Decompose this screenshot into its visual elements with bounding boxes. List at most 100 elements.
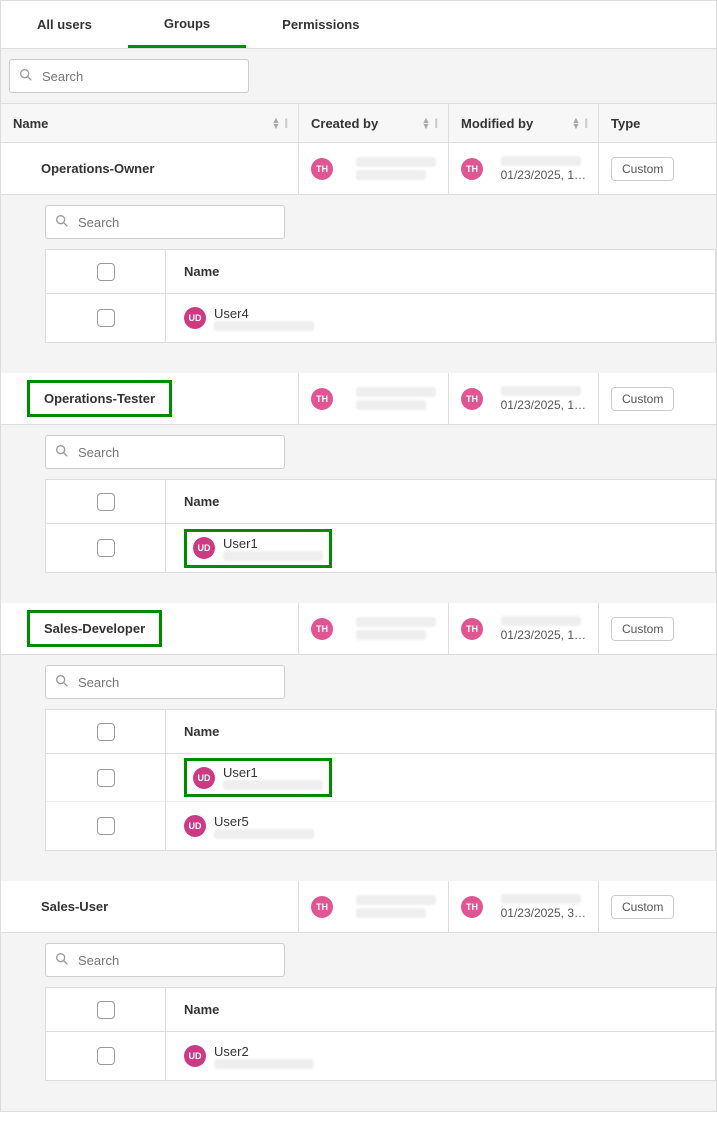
select-all-checkbox[interactable] [97, 723, 115, 741]
member-search-field[interactable] [45, 943, 285, 977]
group-row[interactable]: Operations-OwnerTHTH01/23/2025, 1…Custom [1, 143, 716, 195]
type-cell: Custom [599, 373, 716, 424]
group-name: Sales-Developer [27, 610, 162, 647]
created-by-cell: TH [299, 603, 449, 654]
select-all-checkbox[interactable] [97, 493, 115, 511]
search-field[interactable] [9, 59, 249, 93]
group-members-panel: Name UDUser4 [1, 195, 716, 373]
created-by-cell: TH [299, 143, 449, 194]
member-search-input[interactable] [76, 952, 276, 969]
modified-date: 01/23/2025, 1… [501, 628, 586, 642]
redacted-text [214, 321, 314, 331]
member-search-field[interactable] [45, 205, 285, 239]
colhead-type[interactable]: Type [599, 104, 716, 142]
tab-permissions[interactable]: Permissions [246, 1, 395, 48]
member-searchbar [45, 665, 716, 709]
sort-icon[interactable]: ▲▼ [271, 117, 280, 129]
type-chip: Custom [611, 895, 674, 919]
checkbox-cell [46, 754, 166, 801]
redacted-text [501, 894, 581, 904]
member-row[interactable]: UDUser1 [46, 754, 715, 802]
group-name-cell: Operations-Owner [1, 143, 299, 194]
checkbox-cell [46, 250, 166, 293]
group-name-cell: Sales-Developer [1, 603, 299, 654]
member-name-cell: UDUser1 [166, 529, 715, 568]
resize-handle-icon[interactable]: || [434, 118, 436, 129]
checkbox[interactable] [97, 1047, 115, 1065]
type-chip: Custom [611, 387, 674, 411]
member-name-cell: UD User2 [166, 1044, 715, 1069]
redacted-text [356, 617, 436, 640]
avatar: TH [311, 388, 333, 410]
member-name-header[interactable]: Name [166, 494, 715, 509]
avatar: TH [461, 158, 483, 180]
member-table-header: Name [46, 710, 715, 754]
redacted-text [214, 829, 314, 839]
member-row[interactable]: UDUser4 [46, 294, 715, 342]
resize-handle-icon[interactable]: || [584, 118, 586, 129]
type-cell: Custom [599, 143, 716, 194]
modified-date: 01/23/2025, 3… [501, 906, 586, 920]
member-search-input[interactable] [76, 214, 276, 231]
resize-handle-icon[interactable]: || [284, 118, 286, 129]
avatar: UD [184, 815, 206, 837]
type-chip: Custom [611, 157, 674, 181]
colhead-modified-by[interactable]: Modified by ▲▼ || [449, 104, 599, 142]
checkbox-cell [46, 524, 166, 572]
checkbox[interactable] [97, 539, 115, 557]
colhead-name[interactable]: Name ▲▼ || [1, 104, 299, 142]
modified-by-cell: TH 01/23/2025, 3… [449, 881, 599, 932]
select-all-checkbox[interactable] [97, 263, 115, 281]
avatar: TH [311, 896, 333, 918]
checkbox[interactable] [97, 769, 115, 787]
member-highlight: UDUser1 [184, 529, 332, 568]
group-row[interactable]: Operations-TesterTHTH01/23/2025, 1…Custo… [1, 373, 716, 425]
member-name: User1 [223, 765, 323, 780]
member-name: User1 [223, 536, 323, 551]
member-search-input[interactable] [76, 444, 276, 461]
group-row[interactable]: Sales-Developer TH TH 01/23/2025, 1… Custom [1, 603, 716, 655]
search-input[interactable] [40, 68, 240, 85]
member-search-input[interactable] [76, 674, 276, 691]
redacted-text [501, 616, 581, 626]
member-search-field[interactable] [45, 665, 285, 699]
member-name: User5 [214, 814, 314, 829]
tabbar: All users Groups Permissions [1, 1, 716, 49]
colhead-created-by[interactable]: Created by ▲▼ || [299, 104, 449, 142]
member-name-header[interactable]: Name [166, 264, 715, 279]
member-name-header[interactable]: Name [166, 724, 715, 739]
avatar: UD [184, 1045, 206, 1067]
searchbar [1, 49, 716, 103]
redacted-text [501, 156, 581, 166]
group-name-cell: Sales-User [1, 881, 299, 932]
modified-by-cell: TH01/23/2025, 1… [449, 373, 599, 424]
type-chip: Custom [611, 617, 674, 641]
search-icon [54, 673, 70, 692]
sort-icon[interactable]: ▲▼ [571, 117, 580, 129]
redacted-text [356, 387, 436, 410]
created-by-cell: TH [299, 881, 449, 932]
select-all-checkbox[interactable] [97, 1001, 115, 1019]
colhead-type-label: Type [611, 116, 640, 131]
redacted-text [356, 157, 436, 180]
checkbox[interactable] [97, 309, 115, 327]
sort-icon[interactable]: ▲▼ [421, 117, 430, 129]
member-search-field[interactable] [45, 435, 285, 469]
member-name: User2 [214, 1044, 314, 1059]
group-row[interactable]: Sales-User TH TH 01/23/2025, 3… Custom [1, 881, 716, 933]
member-name-header[interactable]: Name [166, 1002, 715, 1017]
checkbox-cell [46, 480, 166, 523]
modified-date: 01/23/2025, 1… [501, 398, 586, 412]
tab-all-users[interactable]: All users [1, 1, 128, 48]
group-members-panel: Name UDUser1 [1, 425, 716, 603]
column-header-row: Name ▲▼ || Created by ▲▼ || Modified by … [1, 103, 716, 143]
member-table-header: Name [46, 250, 715, 294]
member-row[interactable]: UD User5 [46, 802, 715, 850]
redacted-text [356, 895, 436, 918]
member-row[interactable]: UD User2 [46, 1032, 715, 1080]
tab-groups[interactable]: Groups [128, 1, 246, 48]
checkbox[interactable] [97, 817, 115, 835]
avatar: TH [461, 618, 483, 640]
member-row[interactable]: UDUser1 [46, 524, 715, 572]
avatar: TH [461, 896, 483, 918]
